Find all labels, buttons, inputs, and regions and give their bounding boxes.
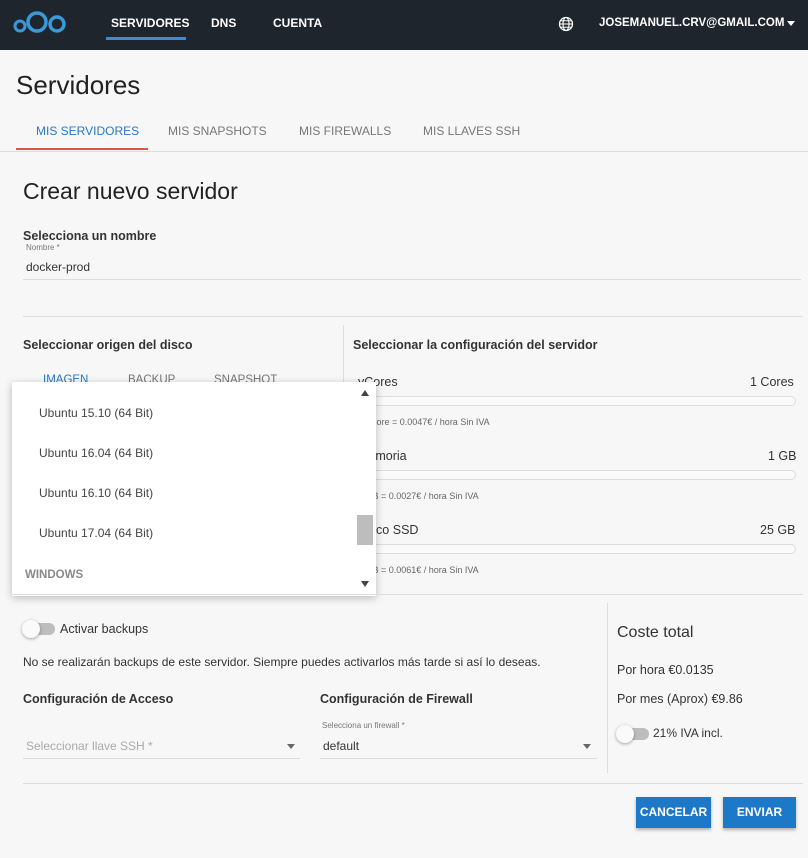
backups-note: No se realizarán backups de este servido… bbox=[23, 655, 541, 669]
disk-ssd-value: 25 GB bbox=[760, 523, 796, 537]
iva-label: 21% IVA incl. bbox=[653, 726, 723, 740]
scroll-up-arrow-icon[interactable] bbox=[361, 390, 369, 396]
backups-label: Activar backups bbox=[60, 622, 149, 636]
dropdown-item-ubuntu-1704[interactable]: Ubuntu 17.04 (64 Bit) bbox=[39, 526, 153, 540]
tabs-divider bbox=[0, 151, 808, 152]
cost-title: Coste total bbox=[617, 624, 694, 641]
globe-icon[interactable] bbox=[558, 16, 574, 32]
page-title: Servidores bbox=[16, 70, 141, 100]
chevron-down-icon[interactable] bbox=[787, 21, 795, 26]
ssh-key-select[interactable]: Seleccionar llave SSH * bbox=[26, 739, 153, 753]
tab-mis-llaves-ssh[interactable]: MIS LLAVES SSH bbox=[423, 124, 520, 138]
top-navbar: SERVIDORES DNS CUENTA JOSEMANUEL.CRV@GMA… bbox=[0, 0, 808, 50]
nextcloud-logo-icon[interactable] bbox=[13, 9, 67, 35]
vcores-slider[interactable] bbox=[355, 396, 796, 406]
ssh-select-underline bbox=[23, 758, 300, 759]
dropdown-item-ubuntu-1510[interactable]: Ubuntu 15.10 (64 Bit) bbox=[39, 406, 153, 420]
cost-per-hour: Por hora €0.0135 bbox=[617, 663, 714, 677]
disk-ssd-slider[interactable] bbox=[355, 544, 796, 554]
disk-ssd-price: 1 GB = 0.0061€ / hora Sin IVA bbox=[358, 565, 479, 575]
name-field-label: Nombre * bbox=[26, 243, 60, 252]
memory-value: 1 GB bbox=[768, 449, 797, 463]
cancel-button[interactable]: CANCELAR bbox=[636, 797, 711, 828]
active-tab-indicator bbox=[16, 148, 148, 150]
iva-toggle-knob[interactable] bbox=[616, 725, 634, 743]
image-dropdown[interactable]: Ubuntu 15.10 (64 Bit) Ubuntu 16.04 (64 B… bbox=[12, 382, 376, 596]
user-menu[interactable]: JOSEMANUEL.CRV@GMAIL.COM bbox=[599, 0, 784, 50]
cost-column-divider bbox=[607, 603, 608, 773]
section-divider-2 bbox=[12, 594, 803, 595]
dropdown-scrollbar[interactable] bbox=[356, 382, 376, 596]
name-input[interactable]: docker-prod bbox=[26, 260, 90, 274]
dropdown-item-ubuntu-1610[interactable]: Ubuntu 16.10 (64 Bit) bbox=[39, 486, 153, 500]
disk-origin-title: Seleccionar origen del disco bbox=[23, 338, 193, 352]
scrollbar-thumb[interactable] bbox=[357, 515, 373, 545]
cost-per-month: Por mes (Aprox) €9.86 bbox=[617, 692, 743, 706]
nav-servidores[interactable]: SERVIDORES bbox=[111, 0, 189, 50]
vcores-price: 1 vCore = 0.0047€ / hora Sin IVA bbox=[358, 417, 490, 427]
access-config-title: Configuración de Acceso bbox=[23, 692, 174, 706]
footer-divider bbox=[23, 783, 803, 784]
firewall-config-title: Configuración de Firewall bbox=[320, 692, 473, 706]
memory-slider[interactable] bbox=[355, 470, 796, 480]
name-input-underline bbox=[23, 279, 801, 280]
submit-button[interactable]: ENVIAR bbox=[723, 797, 796, 828]
scroll-down-arrow-icon[interactable] bbox=[361, 581, 369, 587]
vcores-value: 1 Cores bbox=[750, 375, 794, 389]
firewall-field-label: Selecciona un firewall * bbox=[322, 721, 405, 730]
backups-toggle-knob[interactable] bbox=[22, 620, 40, 638]
nav-dns[interactable]: DNS bbox=[211, 0, 236, 50]
tab-mis-snapshots[interactable]: MIS SNAPSHOTS bbox=[168, 124, 267, 138]
name-section-title: Selecciona un nombre bbox=[23, 229, 157, 243]
nav-cuenta[interactable]: CUENTA bbox=[273, 0, 322, 50]
section-divider bbox=[23, 316, 803, 317]
tab-mis-servidores[interactable]: MIS SERVIDORES bbox=[36, 124, 139, 138]
firewall-dropdown-icon[interactable] bbox=[583, 744, 591, 749]
tab-mis-firewalls[interactable]: MIS FIREWALLS bbox=[299, 124, 391, 138]
memory-price: 1 GB = 0.0027€ / hora Sin IVA bbox=[358, 491, 479, 501]
create-server-title: Crear nuevo servidor bbox=[23, 178, 238, 204]
ssh-key-dropdown-icon[interactable] bbox=[287, 744, 295, 749]
server-config-title: Seleccionar la configuración del servido… bbox=[353, 338, 598, 352]
dropdown-item-ubuntu-1604[interactable]: Ubuntu 16.04 (64 Bit) bbox=[39, 446, 153, 460]
nav-active-indicator bbox=[106, 37, 186, 40]
firewall-select-underline bbox=[320, 758, 597, 759]
firewall-select[interactable]: default bbox=[323, 739, 359, 753]
dropdown-group-windows: WINDOWS bbox=[25, 569, 84, 581]
